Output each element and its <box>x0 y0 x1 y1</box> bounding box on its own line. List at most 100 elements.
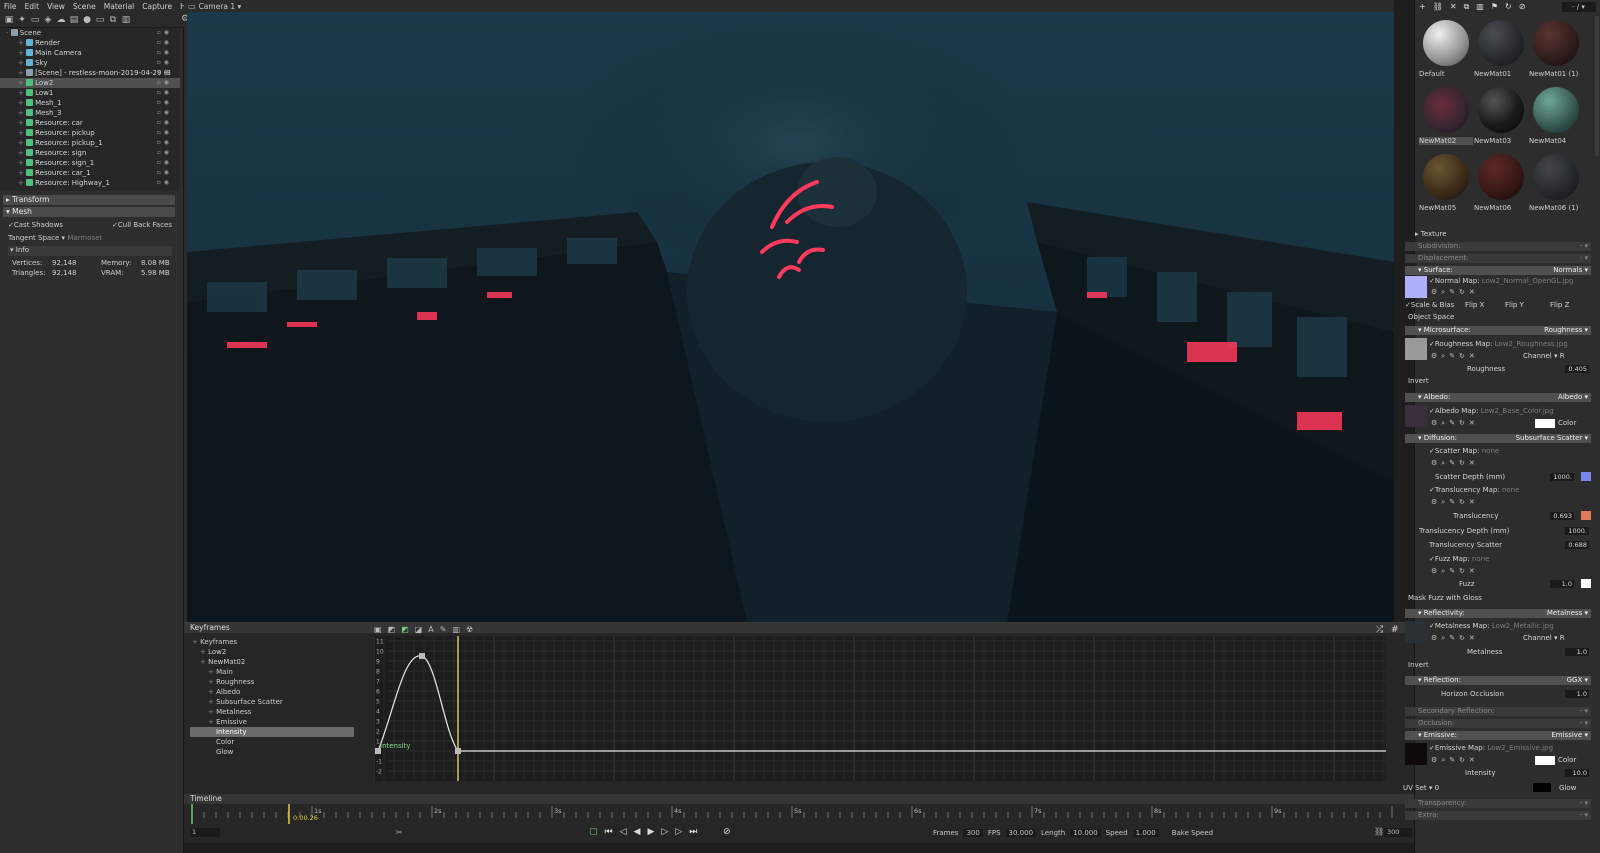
tag-icon[interactable]: ⚑ <box>1491 2 1498 12</box>
intensity-curve[interactable] <box>377 655 1386 752</box>
displacement-section[interactable]: Displacement: - ▾ <box>1405 254 1591 263</box>
speed-field[interactable]: 1.000 <box>1132 829 1159 837</box>
record-icon[interactable]: ⊘ <box>723 827 731 837</box>
translucency-depth-field[interactable]: 1000. <box>1565 527 1589 535</box>
prev-key-icon[interactable]: ◁ <box>620 827 627 837</box>
folder-icon[interactable]: ▭ <box>95 15 105 25</box>
translucency-field[interactable]: 0.693 <box>1550 512 1574 520</box>
lock-visibility-icons[interactable]: ▫◉ <box>157 58 172 68</box>
expand-icon[interactable]: + <box>18 139 26 147</box>
roughness-map-actions[interactable]: ⚙⌕✎↻✕ <box>1431 352 1479 361</box>
metalness-map-label[interactable]: ✓Metalness Map: Low2_Metallic.jpg <box>1429 622 1554 630</box>
expand-icon[interactable]: + <box>18 59 26 67</box>
menu-file[interactable]: File <box>0 2 21 11</box>
step-forward-icon[interactable]: ▷ <box>661 827 668 837</box>
diffusion-section[interactable]: ▾ Diffusion: Subsurface Scatter ▾ <box>1405 434 1591 443</box>
lock-visibility-icons[interactable]: ▫◉ <box>157 38 172 48</box>
subdivision-section[interactable]: Subdivision: - ▾ <box>1405 242 1591 251</box>
timeline-track[interactable] <box>184 843 1414 853</box>
emissive-map-thumb[interactable] <box>1405 743 1427 765</box>
material-swatch[interactable]: NewMat01 (1) <box>1529 18 1581 82</box>
tangent-space-dropdown[interactable]: Tangent Space ▾ Marmoset <box>8 234 102 242</box>
duplicate-icon[interactable]: ⧉ <box>1464 2 1470 12</box>
link-icon[interactable]: ⛓ <box>1433 2 1443 12</box>
scene-tree-item[interactable]: + Resource: pickup_1 ▫◉ <box>0 138 180 148</box>
curve-canvas[interactable]: 11109876543210-1-2Intensity <box>373 636 1386 781</box>
3d-viewport[interactable] <box>187 12 1394 622</box>
select-icon[interactable]: ▣ <box>374 625 382 635</box>
metalness-invert-checkbox[interactable]: Invert <box>1408 661 1429 669</box>
scene-tree-item[interactable]: + Resource: Highway_1 ▫◉ <box>0 178 180 188</box>
nuke-icon[interactable]: ☢ <box>466 625 473 635</box>
cross-icon[interactable]: ✕ <box>1450 2 1457 12</box>
expand-icon[interactable]: + <box>200 658 208 666</box>
emissive-map-label[interactable]: ✓Emissive Map: Low2_Emissive.jpg <box>1429 744 1553 752</box>
camera-icon[interactable]: ▭ <box>30 15 40 25</box>
lock-visibility-icons[interactable]: ▫◉ <box>157 158 172 168</box>
curve-graph[interactable]: 11109876543210-1-2Intensity <box>373 636 1386 781</box>
material-swatch[interactable]: NewMat06 <box>1474 152 1526 216</box>
fuzz-map-actions[interactable]: ⚙⌕✎↻✕ <box>1431 567 1479 576</box>
expand-icon[interactable]: + <box>18 39 26 47</box>
scene-tree-item[interactable]: + Low1 ▫◉ <box>0 88 180 98</box>
duplicate-icon[interactable]: ⧉ <box>108 15 118 25</box>
keyframe-tree-item[interactable]: + Keyframes <box>190 637 354 647</box>
cube-icon[interactable]: ▣ <box>4 15 14 25</box>
translucency-color-swatch[interactable] <box>1581 511 1591 520</box>
lock-visibility-icons[interactable]: ▫◉ <box>157 68 172 78</box>
secondary-reflection-section[interactable]: Secondary Reflection: - ▾ <box>1405 707 1591 716</box>
grid-icon[interactable]: # <box>1391 625 1399 635</box>
expand-icon[interactable]: + <box>18 169 26 177</box>
translucency-scatter-field[interactable]: 0.688 <box>1565 541 1589 549</box>
albedo-section[interactable]: ▾ Albedo: Albedo ▾ <box>1405 393 1591 402</box>
albedo-map-thumb[interactable] <box>1405 405 1427 427</box>
expand-icon[interactable]: + <box>208 698 216 706</box>
bake-speed-checkbox[interactable]: Bake Speed <box>1172 829 1213 837</box>
albedo-color-swatch[interactable] <box>1535 419 1555 428</box>
surface-section[interactable]: ▾ Surface: Normals ▾ <box>1405 266 1591 275</box>
scene-tree-item[interactable]: + Mesh_3 ▫◉ <box>0 108 180 118</box>
roughness-map-label[interactable]: ✓Roughness Map: Low2_Roughness.jpg <box>1429 340 1568 348</box>
scene-tree-item[interactable]: + Main Camera ▫◉ <box>0 48 180 58</box>
lock-visibility-icons[interactable]: ▫◉ <box>157 48 172 58</box>
expand-icon[interactable]: + <box>208 718 216 726</box>
auto-icon[interactable]: A <box>428 625 433 635</box>
scene-tree-item[interactable]: + Resource: pickup ▫◉ <box>0 128 180 138</box>
flip-z-checkbox[interactable]: Flip Z <box>1550 301 1569 309</box>
length-field[interactable]: 10.000 <box>1070 829 1101 837</box>
info-section-header[interactable]: ▾ Info <box>8 246 172 256</box>
keyframe-tree-item[interactable]: Color <box>190 737 354 747</box>
wrench-icon[interactable]: ✎ <box>440 625 447 635</box>
metalness-map-actions[interactable]: ⚙⌕✎↻✕ <box>1431 634 1479 643</box>
keyframe-tree-item[interactable]: + Albedo <box>190 687 354 697</box>
roughness-invert-checkbox[interactable]: Invert <box>1408 377 1429 385</box>
scissors-icon[interactable]: ✂ <box>396 828 403 837</box>
reset-icon[interactable]: ↻ <box>1505 2 1512 12</box>
cloud-icon[interactable]: ☁ <box>56 15 66 25</box>
fps-field[interactable]: 30.000 <box>1005 829 1037 837</box>
group-icon[interactable]: ▤ <box>69 15 79 25</box>
expand-icon[interactable]: + <box>18 89 26 97</box>
lock-visibility-icons[interactable]: ▫◉ <box>157 128 172 138</box>
emissive-section[interactable]: ▾ Emissive: Emissive ▾ <box>1405 731 1591 740</box>
roughness-map-thumb[interactable] <box>1405 338 1427 360</box>
translucency-map-label[interactable]: ✓Translucency Map: none <box>1429 486 1519 494</box>
next-key-icon[interactable]: ▷ <box>675 827 682 837</box>
normal-map-label[interactable]: ✓Normal Map: Low2_Normal_OpenGL.jpg <box>1429 277 1573 285</box>
keyframe-tree-item[interactable]: + Subsurface Scatter <box>190 697 354 707</box>
keyframe-tree-item[interactable]: Glow <box>190 747 354 757</box>
keyframe-tree-item[interactable]: Intensity <box>190 727 354 737</box>
flip-x-checkbox[interactable]: Flip X <box>1465 301 1484 309</box>
material-swatch[interactable]: NewMat06 (1) <box>1529 152 1581 216</box>
cast-shadows-checkbox[interactable]: ✓Cast Shadows <box>8 221 63 229</box>
expand-icon[interactable]: + <box>18 69 26 77</box>
transparency-section[interactable]: Transparency: - ▾ <box>1405 799 1591 808</box>
expand-icon[interactable]: + <box>18 79 26 87</box>
go-end-icon[interactable]: ⏭ <box>689 827 697 837</box>
scene-tree-item[interactable]: + Resource: sign_1 ▫◉ <box>0 158 180 168</box>
link-icon[interactable]: ⛓ <box>1374 827 1384 836</box>
menu-scene[interactable]: Scene <box>69 2 100 11</box>
expand-icon[interactable]: + <box>208 708 216 716</box>
reflection-section[interactable]: ▾ Reflection: GGX ▾ <box>1405 676 1591 685</box>
keyframe-tree-item[interactable]: + Emissive <box>190 717 354 727</box>
